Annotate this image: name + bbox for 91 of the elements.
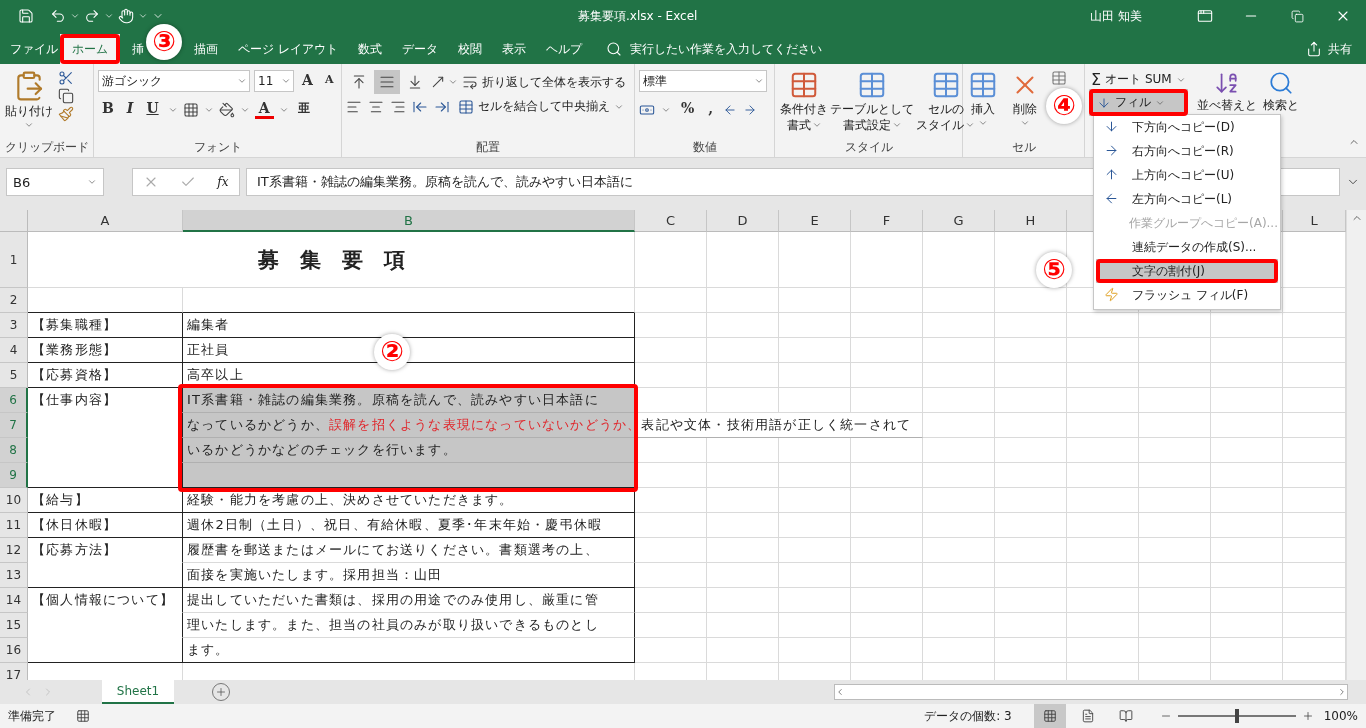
fill-button[interactable]: フィル [1089,89,1188,116]
row-header[interactable]: 10 [0,488,28,513]
table-cell: IT系書籍・雑誌の編集業務。原稿を読んで、読みやすい日本語に [183,388,635,413]
number-format-field[interactable]: 標準 [639,70,767,92]
wrap-text-button[interactable]: 折り返して全体を表示する [460,73,628,91]
table-cell: ます。 [183,638,635,663]
table-cell: 編集者 [183,313,635,338]
ribbon-tab[interactable]: ホーム [60,34,120,64]
font-color-button[interactable]: A [254,100,274,119]
ribbon-tab[interactable]: 校閲 [447,34,492,64]
column-header[interactable]: C [635,210,707,232]
table-cell: 面接を実施いたします。採用担当：山田 [183,563,635,588]
underline-button[interactable]: U [142,100,163,119]
menu-item[interactable]: 連続データの作成(S)... [1096,235,1278,259]
group-label: 配置 [476,139,500,156]
row-header[interactable]: 12 [0,538,28,563]
row-header[interactable]: 3 [0,313,28,338]
table-cell: 【業務形態】 [28,338,183,363]
style-button[interactable]: テーブルとして 書式設定 [829,70,915,139]
autosum-button[interactable]: Σ オート SUM [1089,70,1188,89]
group-label: フォント [193,139,242,156]
ribbon-tab[interactable]: 描画 [184,34,228,64]
grow-font-button[interactable]: A [298,71,317,91]
table-cell: 【募集職種】 [28,313,183,338]
ribbon-tab[interactable]: 挿 [120,34,146,64]
insert-button[interactable]: 挿入 [967,70,999,139]
user-name: 山田 知美 [1090,7,1142,25]
column-header[interactable]: A [28,210,183,232]
sheet-tab[interactable]: Sheet1 [102,680,174,704]
ribbon-tab[interactable]: 表示 [491,34,536,64]
column-header[interactable]: D [707,210,779,232]
phonetic-button[interactable]: 亜 [293,100,314,119]
column-header[interactable]: L [1283,210,1346,232]
font-size-field[interactable]: 11 [254,70,294,92]
group-label: 数値 [692,139,717,156]
table-cell: 週休2日制（土日）、祝日、有給休暇、夏季･年末年始・慶弔休暇 [183,513,635,538]
shrink-font-button[interactable]: A [320,71,338,91]
status-text: 準備完了 [8,707,56,725]
column-header[interactable]: H [995,210,1067,232]
menu-item[interactable]: 文字の割付(J) [1096,259,1278,283]
count-text: データの個数: 3 [924,707,1012,725]
ribbon-tab[interactable]: ページ レイアウト [228,34,348,64]
delete-button[interactable]: 削除 [1009,70,1041,139]
row-header[interactable]: 17 [0,663,28,680]
style-button[interactable]: 条件付き 書式 [779,70,829,139]
table-cell: 理いたします。また、担当の社員のみが取り扱いできるものとし [183,613,635,638]
window-title: 募集要項.xlsx - Excel [578,7,699,25]
bold-button[interactable]: B [98,100,118,119]
row-header[interactable]: 15 [0,613,28,638]
row-header[interactable]: 1 [0,232,28,288]
row-header[interactable]: 9 [0,463,28,488]
table-cell: 履歴書を郵送またはメールにてお送りください。書類選考の上、 [183,538,635,563]
merge-center-button[interactable]: セルを結合して中央揃え [456,98,626,115]
table-cell: 提出していただいた書類は、採用の用途でのみ使用し、厳重に管 [183,588,635,613]
ribbon-tab[interactable]: ヘルプ [535,34,592,64]
column-header[interactable]: E [779,210,851,232]
row-header[interactable]: 4 [0,338,28,363]
row-header[interactable]: 13 [0,563,28,588]
column-header[interactable]: F [851,210,923,232]
row-header[interactable]: 7 [0,413,28,438]
name-box[interactable]: B6 [6,168,104,196]
row-header[interactable]: 16 [0,638,28,663]
table-cell: いるかどうかなどのチェックを行います。 [183,438,635,463]
comma-button[interactable]: , [704,100,718,119]
group-label: クリップボード [4,139,89,156]
paste-button[interactable]: 貼り付け [4,70,54,139]
group-label: スタイル [844,139,893,156]
tell-me-field[interactable]: 実行したい作業を入力してください [627,41,888,57]
ribbon-tab[interactable]: ファイル [0,34,60,64]
row-header[interactable]: 6 [0,388,28,413]
font-name-field[interactable]: 游ゴシック [98,70,250,92]
row-header[interactable]: 2 [0,288,28,313]
table-cell: 募 集 要 項 [28,232,635,288]
row-header[interactable]: 11 [0,513,28,538]
share-button[interactable]: 共有 [1300,34,1358,64]
row-header[interactable]: 8 [0,438,28,463]
zoom-reading: 100% [1323,709,1358,723]
table-cell: なっているかどうか、誤解を招くような表現になっていないかどうか、表記や文体・技術用語が正しく統一されて [183,413,923,438]
percent-button[interactable]: % [677,100,699,119]
row-header[interactable]: 5 [0,363,28,388]
insert-function-button[interactable]: fx [217,175,229,189]
column-header[interactable]: G [923,210,995,232]
row-header[interactable]: 14 [0,588,28,613]
ribbon-tab[interactable]: 数式 [347,34,392,64]
column-header[interactable]: B [183,210,635,232]
table-cell: 【休日休暇】 [28,513,183,538]
ribbon-tab[interactable]: データ [391,34,448,64]
italic-button[interactable]: I [122,100,138,119]
group-label: セル [1011,139,1036,156]
table-cell: 【応募資格】 [28,363,183,388]
menu-item[interactable]: フラッシュ フィル(F) [1096,283,1278,307]
